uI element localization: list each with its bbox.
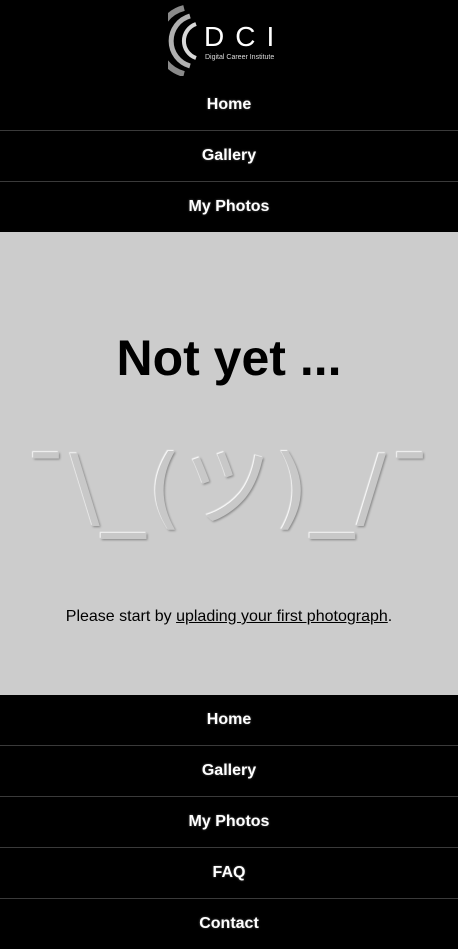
message-suffix: . bbox=[387, 608, 393, 625]
logo-tagline: Digital Career Institute bbox=[205, 54, 274, 61]
footer-navigation: Home Gallery My Photos FAQ Contact bbox=[0, 695, 458, 949]
site-header: DCI Digital Career Institute bbox=[0, 0, 458, 80]
shrug-emoticon: ¯\_(ツ)_/¯ bbox=[24, 436, 434, 539]
footer-item-faq[interactable]: FAQ bbox=[0, 848, 458, 899]
dci-logo-graphic: DCI Digital Career Institute bbox=[168, 5, 285, 76]
nav-item-home[interactable]: Home bbox=[0, 80, 458, 131]
dci-logo[interactable]: DCI Digital Career Institute bbox=[168, 4, 288, 76]
footer-item-my-photos[interactable]: My Photos bbox=[0, 797, 458, 848]
footer-item-gallery[interactable]: Gallery bbox=[0, 746, 458, 797]
top-navigation: Home Gallery My Photos bbox=[0, 80, 458, 232]
page-heading: Not yet ... bbox=[116, 330, 342, 386]
upload-link[interactable]: uplading your first photograph bbox=[176, 608, 388, 625]
empty-state-panel: Not yet ... ¯\_(ツ)_/¯ Please start by up… bbox=[0, 232, 458, 695]
nav-item-my-photos[interactable]: My Photos bbox=[0, 182, 458, 232]
footer-item-home[interactable]: Home bbox=[0, 695, 458, 746]
logo-letters: DCI bbox=[204, 21, 285, 52]
message-prefix: Please start by bbox=[65, 608, 177, 625]
nav-item-gallery[interactable]: Gallery bbox=[0, 131, 458, 182]
empty-state-message: Please start by uplading your first phot… bbox=[0, 606, 458, 628]
footer-item-contact[interactable]: Contact bbox=[0, 899, 458, 949]
